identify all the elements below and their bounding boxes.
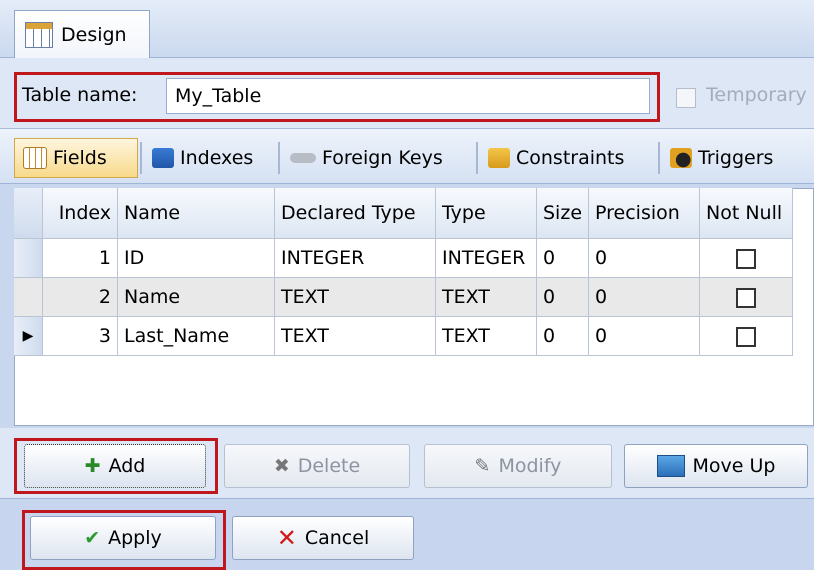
constraints-icon xyxy=(488,148,510,168)
current-row-indicator-icon[interactable]: ▶ xyxy=(14,316,43,356)
cell-precision[interactable]: 0 xyxy=(588,277,701,317)
tab-fields[interactable]: Fields xyxy=(14,138,138,178)
cell-not-null[interactable] xyxy=(699,238,794,278)
table-name-input[interactable] xyxy=(166,78,650,114)
cell-index[interactable]: 1 xyxy=(42,238,118,278)
cancel-x-icon: ✕ xyxy=(276,524,297,552)
cell-declared-type[interactable]: TEXT xyxy=(274,277,436,317)
tab-triggers-label: Triggers xyxy=(698,147,774,169)
column-header-declared-type[interactable]: Declared Type xyxy=(274,188,436,239)
delete-button[interactable]: ✖ Delete xyxy=(224,444,410,488)
cell-name[interactable]: Name xyxy=(117,277,275,317)
tab-indexes-label: Indexes xyxy=(180,147,254,169)
delete-icon: ✖ xyxy=(273,455,290,477)
modify-button-label: Modify xyxy=(498,455,562,477)
key-icon xyxy=(290,153,316,163)
move-up-icon xyxy=(656,455,685,477)
table-design-icon xyxy=(25,21,53,48)
grid-header-row: Index Name Declared Type Type Size Preci… xyxy=(14,188,794,239)
tab-foreign-keys[interactable]: Foreign Keys xyxy=(282,138,474,178)
column-header-type[interactable]: Type xyxy=(435,188,537,239)
fields-grid: Index Name Declared Type Type Size Preci… xyxy=(14,188,794,356)
row-indicator[interactable] xyxy=(14,238,43,278)
cancel-button[interactable]: ✕ Cancel xyxy=(232,516,414,560)
checkmark-icon: ✔ xyxy=(84,527,101,549)
cell-declared-type[interactable]: INTEGER xyxy=(274,238,436,278)
not-null-checkbox[interactable] xyxy=(736,248,757,269)
tab-triggers[interactable]: Triggers xyxy=(662,138,812,178)
not-null-checkbox[interactable] xyxy=(736,326,757,347)
cell-declared-type[interactable]: TEXT xyxy=(274,316,436,356)
fields-icon xyxy=(23,147,47,169)
cell-precision[interactable]: 0 xyxy=(588,238,701,278)
table-row[interactable]: 2 Name TEXT TEXT 0 0 xyxy=(14,277,794,317)
tab-constraints-label: Constraints xyxy=(516,147,625,169)
move-up-button[interactable]: Move Up xyxy=(624,444,808,488)
cell-size[interactable]: 0 xyxy=(536,277,590,317)
tab-separator xyxy=(658,142,660,174)
tab-design[interactable]: Design xyxy=(14,10,150,58)
cell-not-null[interactable] xyxy=(699,277,794,317)
tab-design-label: Design xyxy=(61,23,127,46)
apply-button-label: Apply xyxy=(108,527,162,549)
cell-name[interactable]: Last_Name xyxy=(117,316,275,356)
table-name-label: Table name: xyxy=(22,84,138,106)
apply-button[interactable]: ✔ Apply xyxy=(30,516,216,560)
tab-separator xyxy=(140,142,142,174)
indexes-icon xyxy=(152,148,174,168)
tab-separator xyxy=(278,142,280,174)
cell-not-null[interactable] xyxy=(699,316,794,356)
cell-size[interactable]: 0 xyxy=(536,316,590,356)
delete-button-label: Delete xyxy=(297,455,361,477)
cell-precision[interactable]: 0 xyxy=(588,316,701,356)
modify-button[interactable]: ✎ Modify xyxy=(424,444,612,488)
cancel-button-label: Cancel xyxy=(304,527,370,549)
add-button[interactable]: ✚ Add xyxy=(24,444,206,488)
tab-indexes[interactable]: Indexes xyxy=(144,138,276,178)
row-indicator-header xyxy=(14,188,43,239)
column-header-name[interactable]: Name xyxy=(117,188,275,239)
table-row[interactable]: 1 ID INTEGER INTEGER 0 0 xyxy=(14,238,794,278)
column-header-not-null[interactable]: Not Null xyxy=(699,188,794,239)
cell-type[interactable]: INTEGER xyxy=(435,238,537,278)
not-null-checkbox[interactable] xyxy=(736,287,757,308)
cell-type[interactable]: TEXT xyxy=(435,277,537,317)
table-row[interactable]: ▶ 3 Last_Name TEXT TEXT 0 0 xyxy=(14,316,794,356)
cell-size[interactable]: 0 xyxy=(536,238,590,278)
cell-name[interactable]: ID xyxy=(117,238,275,278)
row-indicator[interactable] xyxy=(14,277,43,317)
modify-icon: ✎ xyxy=(474,455,491,477)
triggers-icon xyxy=(670,148,692,168)
add-icon: ✚ xyxy=(84,455,101,477)
tab-separator xyxy=(476,142,478,174)
temporary-label: Temporary xyxy=(706,84,807,106)
cell-index[interactable]: 2 xyxy=(42,277,118,317)
temporary-checkbox[interactable] xyxy=(676,88,696,108)
column-header-index[interactable]: Index xyxy=(42,188,118,239)
move-up-button-label: Move Up xyxy=(692,455,776,477)
add-button-label: Add xyxy=(108,455,146,477)
column-header-size[interactable]: Size xyxy=(536,188,590,239)
tab-fields-label: Fields xyxy=(53,147,107,169)
tab-foreign-keys-label: Foreign Keys xyxy=(322,147,443,169)
column-header-precision[interactable]: Precision xyxy=(588,188,701,239)
cell-index[interactable]: 3 xyxy=(42,316,118,356)
tab-constraints[interactable]: Constraints xyxy=(480,138,656,178)
cell-type[interactable]: TEXT xyxy=(435,316,537,356)
